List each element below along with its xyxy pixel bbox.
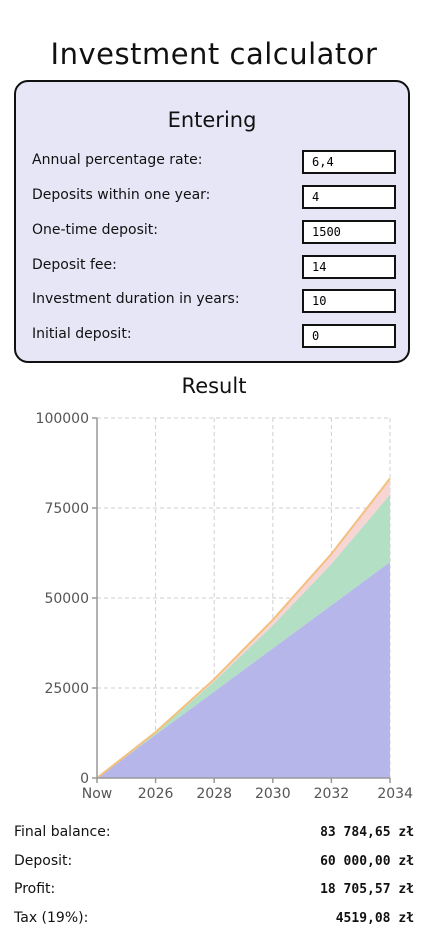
duration-years-label: Investment duration in years:: [32, 291, 240, 307]
one-time-deposit-label: One-time deposit:: [32, 222, 158, 238]
summary-tax: Tax (19%): 4519,08 zł: [14, 910, 414, 930]
summary-deposit: Deposit: 60 000,00 zł: [14, 853, 414, 873]
deposits-per-year-input[interactable]: [302, 185, 396, 209]
initial-deposit-input[interactable]: [302, 324, 396, 348]
tax-label: Tax (19%):: [14, 910, 89, 926]
deposit-fee-input[interactable]: [302, 255, 396, 279]
page-title: Investment calculator: [50, 37, 378, 72]
final-balance-value: 83 784,65 zł: [320, 825, 414, 840]
final-balance-label: Final balance:: [14, 824, 111, 840]
field-one-time-deposit: One-time deposit:: [32, 220, 396, 246]
deposit-fee-label: Deposit fee:: [32, 257, 117, 273]
x-tick-label-3: 2030: [255, 786, 291, 802]
y-tick-label-2: 50000: [44, 591, 89, 607]
y-tick-label-1: 25000: [44, 681, 89, 697]
field-annual-rate: Annual percentage rate:: [32, 150, 396, 176]
x-tick-label-5: 2034: [377, 786, 413, 802]
y-tick-label-3: 75000: [44, 501, 89, 517]
profit-label: Profit:: [14, 881, 56, 897]
result-chart: 0 25000 50000 75000 100000 Now 2026 2028 2030 203…: [36, 411, 414, 802]
deposit-label: Deposit:: [14, 853, 73, 869]
annual-rate-label: Annual percentage rate:: [32, 152, 203, 168]
deposits-per-year-label: Deposits within one year:: [32, 187, 211, 203]
initial-deposit-label: Initial deposit:: [32, 326, 132, 342]
x-tick-label-0: Now: [82, 786, 113, 802]
one-time-deposit-input[interactable]: [302, 220, 396, 244]
summary-final-balance: Final balance: 83 784,65 zł: [14, 824, 414, 844]
duration-years-input[interactable]: [302, 289, 396, 313]
field-initial-deposit: Initial deposit:: [32, 324, 396, 350]
annual-rate-input[interactable]: [302, 150, 396, 174]
y-tick-label-0: 0: [80, 771, 89, 787]
result-title: Result: [181, 374, 247, 398]
input-panel: Entering Annual percentage rate: Deposit…: [14, 80, 410, 363]
input-panel-title: Entering: [167, 108, 257, 132]
x-tick-label-1: 2026: [138, 786, 174, 802]
x-tick-label-4: 2032: [314, 786, 350, 802]
profit-value: 18 705,57 zł: [320, 882, 414, 897]
y-tick-label-4: 100000: [36, 411, 89, 427]
deposit-value: 60 000,00 zł: [320, 854, 414, 869]
tax-value: 4519,08 zł: [335, 911, 414, 926]
field-duration-years: Investment duration in years:: [32, 289, 396, 315]
summary-profit: Profit: 18 705,57 zł: [14, 881, 414, 901]
field-deposits-per-year: Deposits within one year:: [32, 185, 396, 211]
x-tick-label-2: 2028: [196, 786, 232, 802]
field-deposit-fee: Deposit fee:: [32, 255, 396, 281]
